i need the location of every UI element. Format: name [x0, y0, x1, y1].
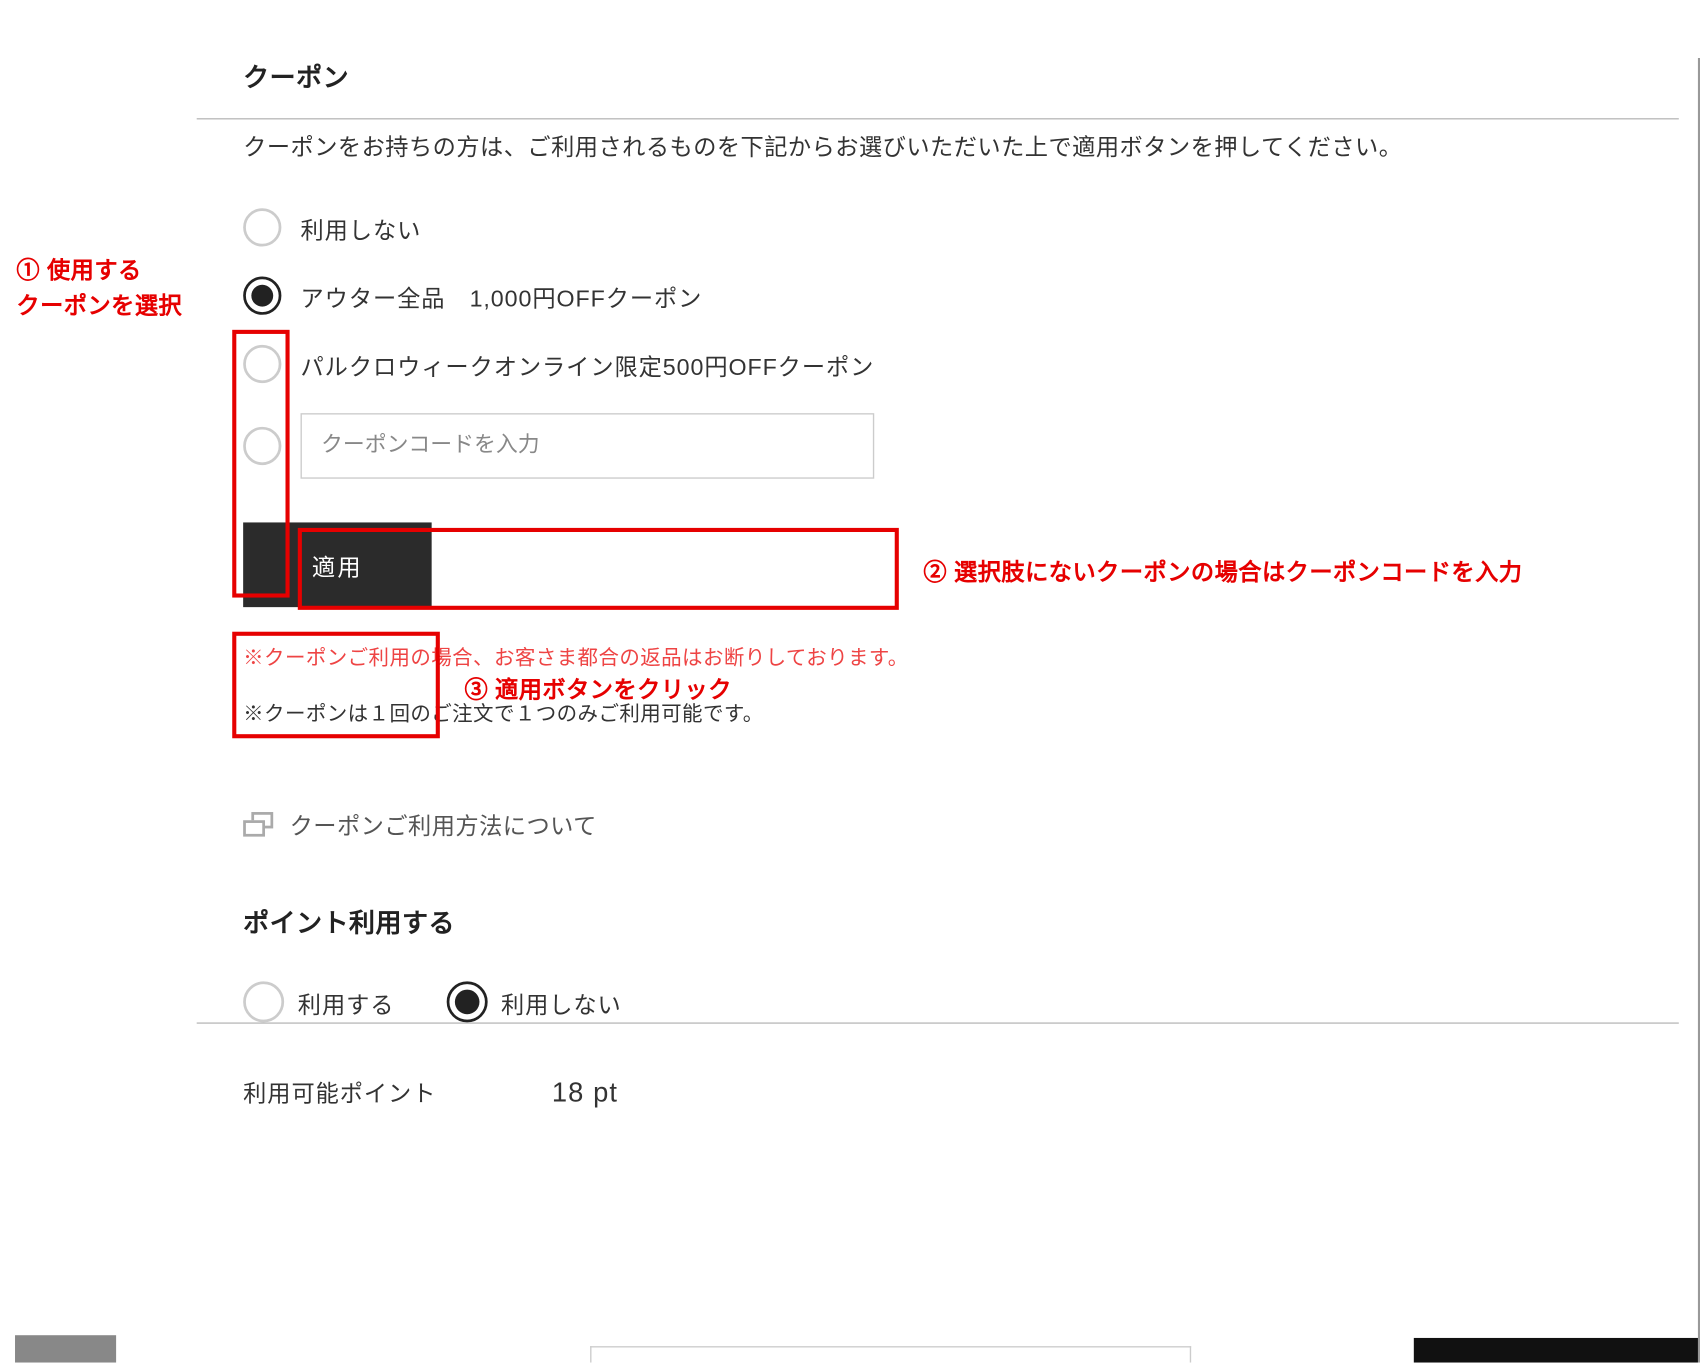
coupon-note-red: ※クーポンご利用の場合、お客さま都合の返品はお断りしております。 — [243, 643, 1676, 672]
annotation-1: ① 使用する クーポンを選択 — [16, 253, 182, 323]
coupon-note-grey: ※クーポンは１回のご注文で１つのみご利用可能です。 — [243, 699, 1676, 728]
coupon-radio-group: 利用しない アウター全品 1,000円OFFクーポン パルクロウィークオンライン… — [243, 208, 1676, 478]
radio-label: 利用しない — [301, 210, 422, 244]
section-divider — [197, 118, 1679, 119]
coupon-option-palcloweek-500off[interactable]: パルクロウィークオンライン限定500円OFFクーポン — [243, 345, 1676, 383]
available-points-label: 利用可能ポイント — [243, 1074, 552, 1108]
radio-label: アウター全品 1,000円OFFクーポン — [301, 279, 703, 313]
radio-label: 利用しない — [501, 985, 622, 1019]
points-option-dont-use[interactable]: 利用しない — [446, 981, 621, 1022]
apply-button[interactable]: 適用 — [243, 522, 432, 607]
radio-icon[interactable] — [446, 981, 487, 1022]
stack-icon — [243, 811, 273, 836]
coupon-usage-link[interactable]: クーポンご利用方法について — [243, 807, 1676, 841]
points-option-use[interactable]: 利用する — [243, 981, 394, 1022]
available-points-value: 18 pt — [552, 1078, 618, 1109]
partial-button-bottom-right — [1414, 1338, 1698, 1363]
radio-icon[interactable] — [243, 277, 281, 315]
partial-element-bottom-left — [15, 1335, 116, 1362]
coupon-code-input[interactable] — [301, 413, 875, 479]
radio-label: パルクロウィークオンライン限定500円OFFクーポン — [301, 347, 875, 381]
coupon-option-outer-1000off[interactable]: アウター全品 1,000円OFFクーポン — [243, 277, 1676, 315]
section-divider — [197, 1022, 1679, 1023]
radio-label: 利用する — [298, 985, 395, 1019]
radio-icon[interactable] — [243, 208, 281, 246]
coupon-section-title: クーポン — [243, 58, 1676, 95]
annotation-3: ③ 適用ボタンをクリック — [464, 673, 731, 708]
coupon-usage-label: クーポンご利用方法について — [290, 807, 597, 841]
annotation-2: ② 選択肢にないクーポンの場合はクーポンコードを入力 — [923, 555, 1522, 590]
coupon-option-none[interactable]: 利用しない — [243, 208, 1676, 246]
available-points-row: 利用可能ポイント 18 pt — [243, 1074, 1676, 1110]
points-section-title: ポイント利用する — [243, 904, 1676, 941]
radio-icon[interactable] — [243, 345, 281, 383]
points-radio-group: 利用する 利用しない — [243, 981, 1676, 1022]
coupon-description: クーポンをお持ちの方は、ご利用されるものを下記からお選びいただいた上で適用ボタン… — [243, 128, 1676, 162]
partial-input-bottom — [590, 1346, 1191, 1362]
radio-icon[interactable] — [243, 427, 281, 465]
coupon-option-code-entry[interactable] — [243, 413, 1676, 479]
radio-icon[interactable] — [243, 981, 284, 1022]
